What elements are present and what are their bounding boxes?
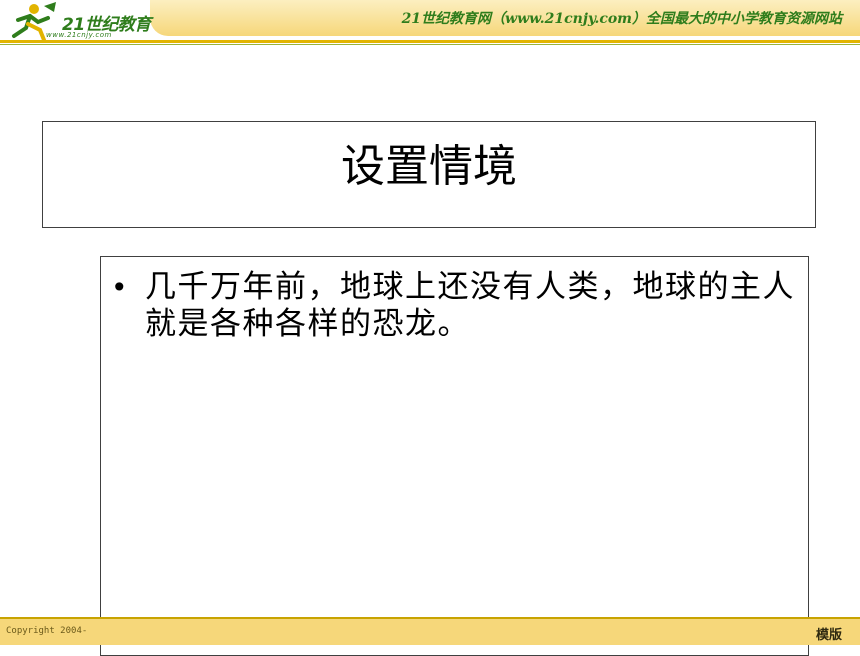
edition-label: 模版 [815, 628, 842, 643]
slide-title-box: 设置情境 [42, 121, 816, 228]
slide-content-box: • 几千万年前，地球上还没有人类，地球的主人就是各种各样的恐龙。 [100, 256, 809, 656]
site-logo[interactable]: 21世纪教育 www.21cnjy.com [4, 0, 154, 42]
header-divider-thin [0, 44, 860, 45]
logo-url: www.21cnjy.com [46, 31, 112, 39]
site-footer [0, 617, 860, 645]
bullet-dot-icon: • [111, 271, 128, 304]
footer-divider [0, 617, 860, 619]
bullet-text: 几千万年前，地球上还没有人类，地球的主人就是各种各样的恐龙。 [145, 269, 795, 342]
copyright-text: Copyright 2004- [6, 626, 88, 636]
site-header: 21世纪教育 www.21cnjy.com 21世纪教育网（www.21cnjy… [0, 0, 860, 45]
slide-title: 设置情境 [341, 140, 517, 192]
bullet-item: • 几千万年前，地球上还没有人类，地球的主人就是各种各样的恐龙。 [111, 269, 801, 343]
site-banner[interactable]: 21世纪教育网（www.21cnjy.com）全国最大的中小学教育资源网站 [402, 8, 842, 28]
